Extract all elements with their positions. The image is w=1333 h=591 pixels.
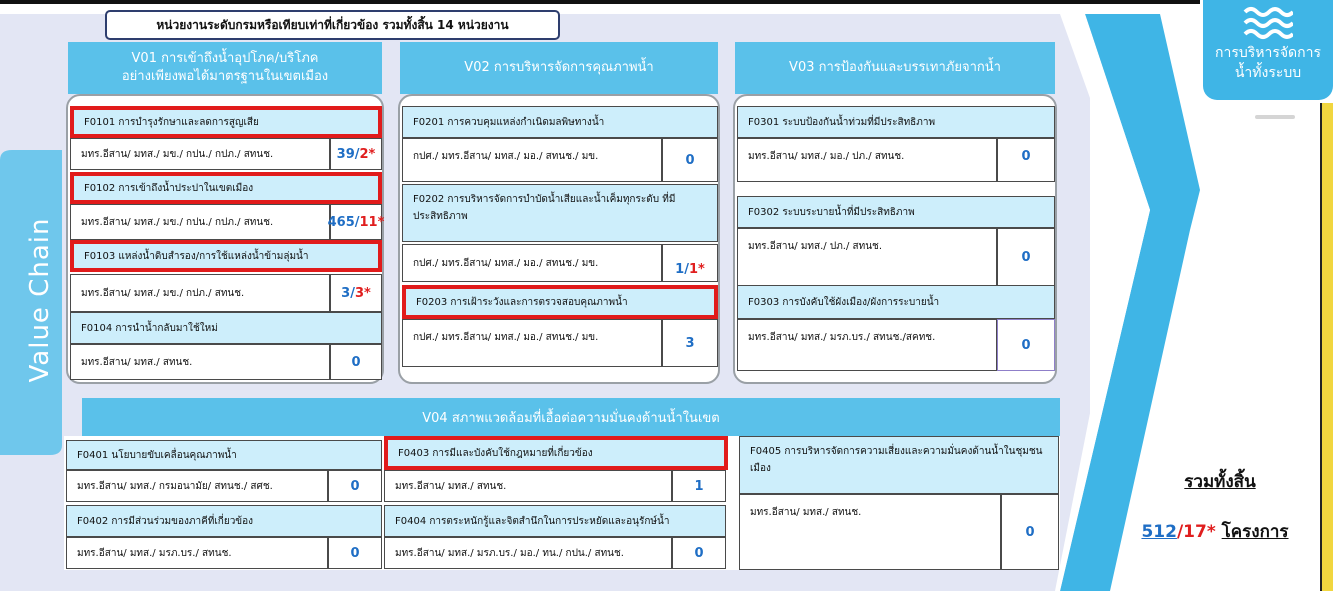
f0403-units: มทร.อีสาน/ มทส./ สทนช. [384, 470, 672, 502]
v01-header: V01 การเข้าถึงน้ำอุปโภค/บริโภค อย่างเพีย… [68, 42, 382, 94]
total-unit: โครงการ [1221, 522, 1289, 542]
total-label: รวมทั้งสิ้น [1184, 472, 1256, 492]
f0405-count: 0 [1001, 494, 1059, 570]
f0403-count: 1 [672, 470, 726, 502]
f0404-units: มทร.อีสาน/ มทส./ มรภ.บร./ มอ./ ทน./ กปน.… [384, 537, 672, 569]
f0402-title: F0402 การมีส่วนร่วมของภาคีที่เกี่ยวข้อง [66, 505, 382, 537]
yellow-side-bar [1320, 103, 1333, 591]
f0402-units: มทร.อีสาน/ มทส./ มรภ.บร./ สทนช. [66, 537, 328, 569]
f0104-count: 0 [330, 344, 382, 380]
f0303-units: มทร.อีสาน/ มทส./ มรภ.บร./ สทนช./สคทช. [737, 319, 997, 371]
f0102-count: 465/11* [328, 204, 384, 240]
f0404-count: 0 [672, 537, 726, 569]
f0404-title: F0404 การตระหนักรู้และจิตสำนึกในการประหย… [384, 505, 726, 537]
f0202-count: 1/1* [662, 244, 718, 282]
f0103-title: F0103 แหล่งน้ำดิบสำรอง/การใช้แหล่งน้ำข้า… [70, 240, 382, 272]
agency-count-header: หน่วยงานระดับกรมหรือเทียบเท่าที่เกี่ยวข้… [105, 10, 560, 40]
f0302-title: F0302 ระบบระบายน้ำที่มีประสิทธิภาพ [737, 196, 1055, 228]
v01-title-line1: V01 การเข้าถึงน้ำอุปโภค/บริโภค [131, 51, 319, 67]
total-starred-count: /17* [1176, 522, 1216, 542]
f0303-count: 0 [997, 319, 1055, 371]
f0102-units: มทร.อีสาน/ มทส./ มข./ กปน./ กปภ./ สทนช. [70, 204, 330, 240]
v01-title-line2: อย่างเพียงพอได้มาตรฐานในเขตเมือง [121, 69, 329, 84]
logo-text-line1: การบริหารจัดการ [1214, 45, 1322, 61]
f0203-title: F0203 การเฝ้าระวังและการตรวจสอบคุณภาพน้ำ [402, 285, 718, 319]
f0303-title: F0303 การบังคับใช้ผังเมือง/ผังการระบายน้… [737, 285, 1055, 319]
f0301-title: F0301 ระบบป้องกันน้ำท่วมที่มีประสิทธิภาพ [737, 106, 1055, 138]
f0201-count: 0 [662, 138, 718, 182]
f0201-units: กปศ./ มทร.อีสาน/ มทส./ มอ./ สทนช./ มข. [402, 138, 662, 182]
f0401-count: 0 [328, 470, 382, 502]
f0203-count: 3 [662, 319, 718, 367]
f0403-title: F0403 การมีและบังคับใช้กฎหมายที่เกี่ยวข้… [384, 436, 728, 470]
f0202-units: กปศ./ มทร.อีสาน/ มทส./ มอ./ สทนช./ มข. [402, 244, 662, 282]
f0301-units: มทร.อีสาน/ มทส./ มอ./ ปภ./ สทนช. [737, 138, 997, 182]
f0104-title: F0104 การนำน้ำกลับมาใช้ใหม่ [70, 312, 382, 344]
water-management-logo: การบริหารจัดการ น้ำทั้งระบบ [1203, 0, 1333, 100]
v02-header: V02 การบริหารจัดการคุณภาพน้ำ [400, 42, 718, 94]
f0101-count: 39/2* [330, 138, 382, 170]
f0405-title: F0405 การบริหารจัดการความเสี่ยงและความมั… [739, 436, 1059, 494]
f0101-title: F0101 การบำรุงรักษาและลดการสูญเสีย [70, 106, 382, 138]
f0401-title: F0401 นโยบายขับเคลื่อนคุณภาพน้ำ [66, 440, 382, 470]
f0104-units: มทร.อีสาน/ มทส./ สทนช. [70, 344, 330, 380]
f0203-units: กปศ./ มทร.อีสาน/ มทส./ มอ./ สทนช./ มข. [402, 319, 662, 367]
water-waves-icon [1243, 7, 1293, 39]
f0103-units: มทร.อีสาน/ มทส./ มข./ กปภ./ สทนช. [70, 274, 330, 312]
f0201-title: F0201 การควบคุมแหล่งกำเนิดมลพิษทางน้ำ [402, 106, 718, 138]
f0302-units: มทร.อีสาน/ มทส./ ปภ./ สทนช. [737, 228, 997, 286]
total-count: 512 [1141, 522, 1177, 542]
f0101-units: มทร.อีสาน/ มทส./ มข./ กปน./ กปภ./ สทนช. [70, 138, 330, 170]
v04-header: V04 สภาพแวดล้อมที่เอื้อต่อความมั่นคงด้าน… [82, 398, 1060, 436]
f0301-count: 0 [997, 138, 1055, 182]
f0102-title: F0102 การเข้าถึงน้ำประปาในเขตเมือง [70, 172, 382, 204]
f0302-count: 0 [997, 228, 1055, 286]
f0401-units: มทร.อีสาน/ มทส./ กรมอนามัย/ สทนช./ สศช. [66, 470, 328, 502]
f0402-count: 0 [328, 537, 382, 569]
logo-text-line2: น้ำทั้งระบบ [1234, 65, 1302, 81]
f0103-count: 3/3* [330, 274, 382, 312]
f0405-units: มทร.อีสาน/ มทส./ สทนช. [739, 494, 1001, 570]
logo-divider [1255, 115, 1295, 119]
total-projects: 512/17* โครงการ [1110, 518, 1320, 545]
f0202-title: F0202 การบริหารจัดการบำบัดน้ำเสียและน้ำเ… [402, 184, 718, 242]
v03-header: V03 การป้องกันและบรรเทาภัยจากน้ำ [735, 42, 1055, 94]
